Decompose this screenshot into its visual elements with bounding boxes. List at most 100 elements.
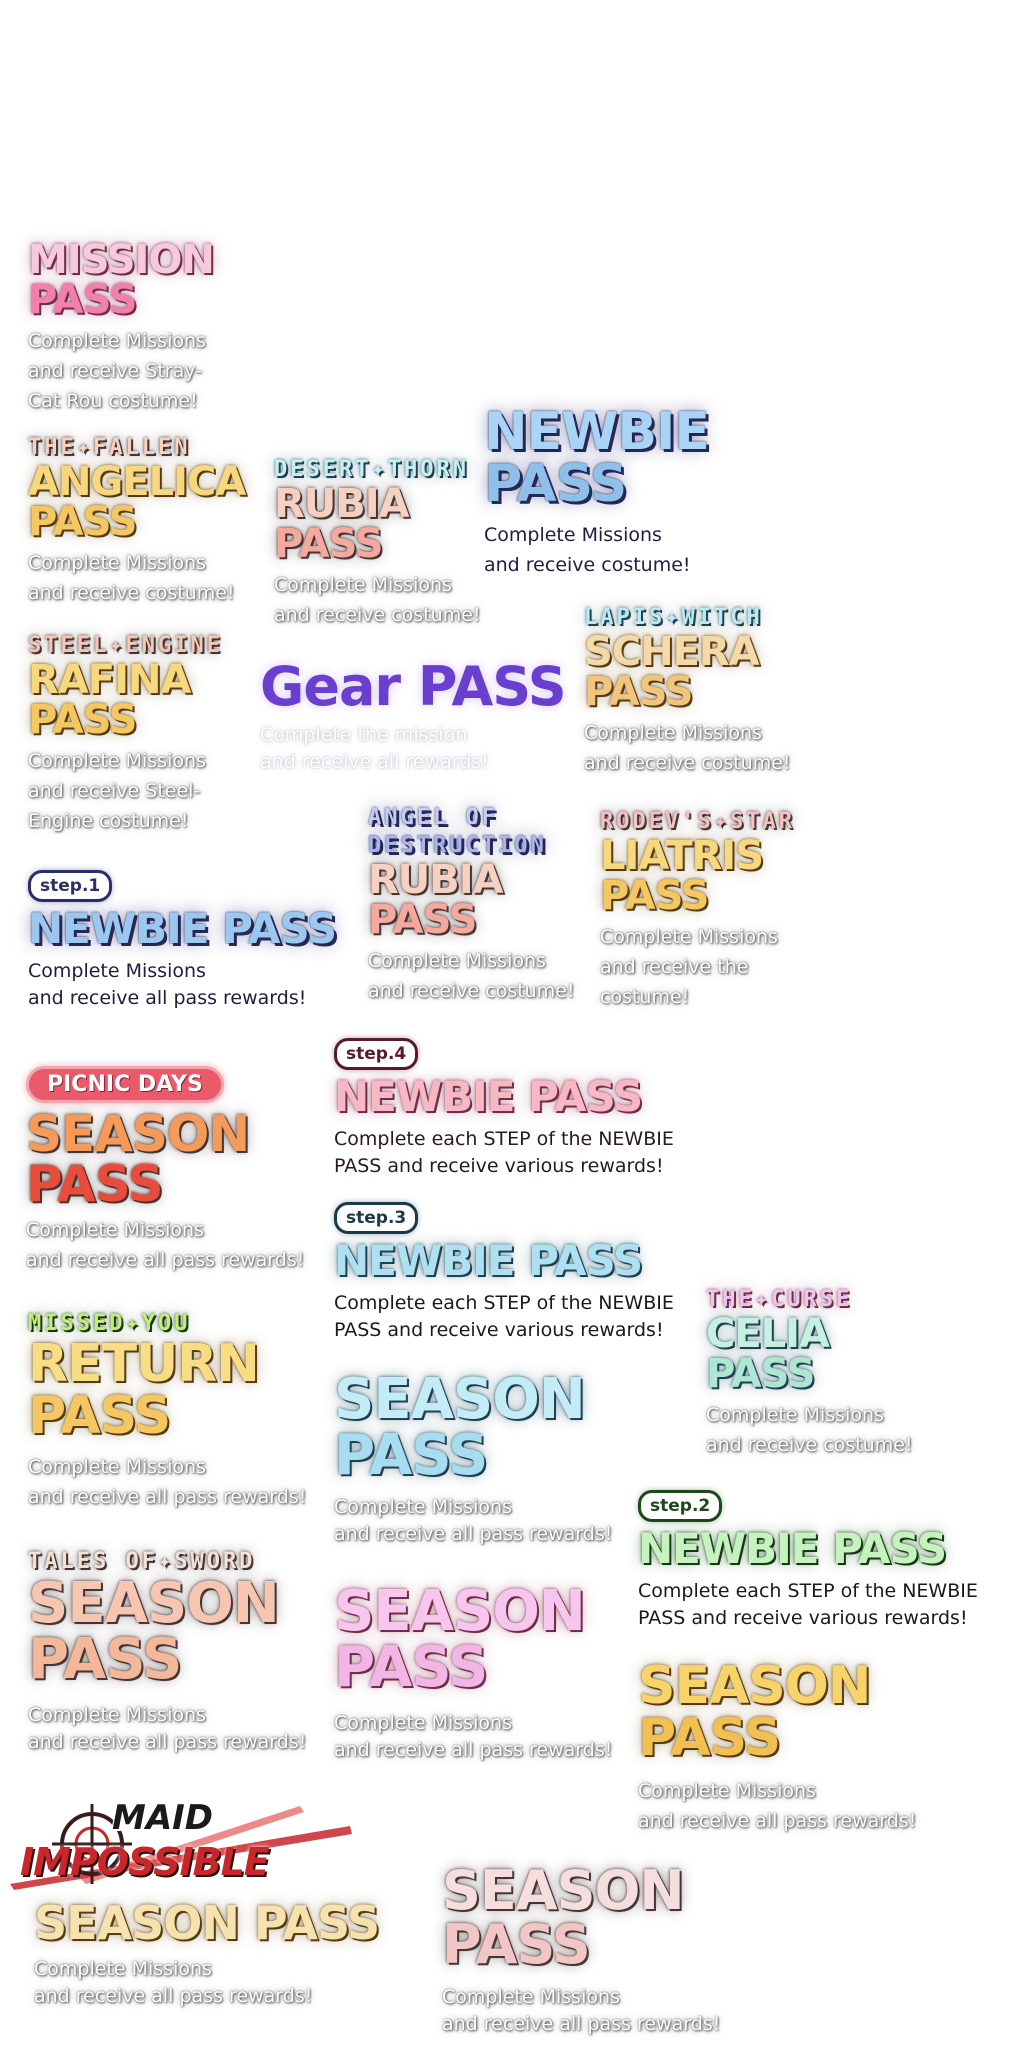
- celia-pass-banner: THE✦CURSE CELIA PASS Complete Missions a…: [706, 1286, 913, 1460]
- maid-logo-word1: MAID: [112, 1798, 214, 1838]
- desc-line: Complete Missions: [28, 960, 206, 982]
- picnic-season-pass-banner: PICNIC DAYS SEASON PASS Complete Mission…: [26, 1066, 304, 1275]
- liatris-pass-banner: RODEV'S✦STAR LIATRIS PASS Complete Missi…: [600, 808, 795, 1012]
- newbie-step4-description: Complete each STEP of the NEWBIE PASS an…: [334, 1126, 674, 1180]
- angelica-eyebrow: THE✦FALLEN: [28, 435, 191, 460]
- desc-line: and receive all pass rewards!: [34, 1985, 313, 2007]
- newbie-step3-description: Complete each STEP of the NEWBIE PASS an…: [334, 1290, 674, 1344]
- mission-pass-title-line1: MISSION: [28, 237, 215, 283]
- return-title-line2: PASS: [28, 1386, 171, 1446]
- liatris-description: Complete Missions and receive the costum…: [600, 922, 795, 1012]
- liatris-eyebrow: RODEV'S✦STAR: [600, 809, 795, 834]
- desc-line: Cat Rou costume!: [28, 390, 198, 412]
- rafina-eyebrow: STEEL✦ENGINE: [28, 633, 223, 658]
- maid-title: SEASON PASS: [34, 1896, 380, 1950]
- gear-pass-title: Gear PASS: [260, 655, 567, 718]
- schera-eyebrow: LAPIS✦WITCH: [584, 605, 763, 630]
- gear-pass-description: Complete the mission and receive all rew…: [260, 722, 566, 776]
- picnic-days-badge: PICNIC DAYS: [26, 1066, 224, 1103]
- desc-line: and receive costume!: [584, 752, 791, 774]
- season-rose-title-line1: SEASON: [442, 1859, 685, 1922]
- desc-line: Complete Missions: [28, 1456, 206, 1478]
- rubia-angel-title-line1: RUBIA: [368, 857, 504, 903]
- schera-description: Complete Missions and receive costume!: [584, 718, 791, 778]
- season-teal-title-line1: SEASON: [334, 1367, 586, 1432]
- desc-line: Complete Missions: [368, 950, 546, 972]
- desc-line: and receive all pass rewards!: [28, 987, 307, 1009]
- step-badge: step.3: [334, 1202, 419, 1234]
- desc-line: Complete Missions: [638, 1780, 816, 1802]
- desc-line: Complete the mission: [260, 724, 468, 746]
- newbie-step2-title: NEWBIE PASS: [638, 1524, 947, 1573]
- desc-line: Complete each STEP of the NEWBIE: [638, 1580, 978, 1602]
- angelica-title-line1: ANGELICA: [28, 459, 246, 505]
- rubia-desert-pass-banner: DESERT✦THORN RUBIA PASS Complete Mission…: [274, 456, 481, 630]
- picnic-title-line2: PASS: [26, 1155, 164, 1213]
- season-pass-teal-banner: SEASON PASS Complete Missions and receiv…: [334, 1372, 612, 1548]
- newbie-step2-description: Complete each STEP of the NEWBIE PASS an…: [638, 1578, 978, 1632]
- newbie-step2-banner: step.2 NEWBIE PASS Complete each STEP of…: [638, 1490, 978, 1632]
- desc-line: Complete Missions: [28, 330, 206, 352]
- celia-title-line1: CELIA: [706, 1311, 830, 1357]
- mission-pass-description: Complete Missions and receive Stray- Cat…: [28, 326, 214, 416]
- maid-description: Complete Missions and receive all pass r…: [34, 1956, 380, 2010]
- desc-line: and receive Steel-: [28, 780, 201, 802]
- rafina-title-line1: RAFINA: [28, 657, 191, 703]
- desc-line: PASS and receive various rewards!: [334, 1155, 664, 1177]
- step-badge: step.1: [28, 870, 113, 902]
- liatris-title-line2: PASS: [600, 873, 709, 919]
- rubia-desert-eyebrow: DESERT✦THORN: [274, 457, 469, 482]
- season-lilac-description: Complete Missions and receive all pass r…: [334, 1710, 612, 1764]
- step-badge: step.4: [334, 1038, 419, 1070]
- mission-pass-title-line2: PASS: [28, 277, 137, 323]
- schera-title-line1: SCHERA: [584, 629, 760, 675]
- newbie-large-title-line1: NEWBIE: [484, 402, 710, 462]
- rubia-angel-pass-banner: ANGEL OF DESTRUCTION RUBIA PASS Complete…: [368, 804, 575, 1006]
- liatris-title-line1: LIATRIS: [600, 833, 764, 879]
- rafina-pass-banner: STEEL✦ENGINE RAFINA PASS Complete Missio…: [28, 632, 223, 836]
- rubia-desert-description: Complete Missions and receive costume!: [274, 570, 481, 630]
- angelica-pass-banner: THE✦FALLEN ANGELICA PASS Complete Missio…: [28, 434, 246, 608]
- maid-impossible-season-pass-banner: MAID IMPOSSIBLE SEASON PASS Complete Mis…: [0, 1786, 380, 2010]
- season-teal-title-line2: PASS: [334, 1423, 488, 1488]
- season-gold-description: Complete Missions and receive all pass r…: [638, 1776, 916, 1836]
- season-lilac-title-line1: SEASON: [334, 1579, 586, 1644]
- season-gold-title-line2: PASS: [638, 1708, 781, 1768]
- desc-line: Complete Missions: [274, 574, 452, 596]
- return-pass-banner: MISSED✦YOU RETURN PASS Complete Missions…: [28, 1310, 306, 1512]
- rubia-angel-title-line2: PASS: [368, 897, 477, 943]
- desc-line: Complete Missions: [26, 1219, 204, 1241]
- desc-line: Complete Missions: [584, 722, 762, 744]
- desc-line: and receive costume!: [484, 554, 691, 576]
- desc-line: Complete Missions: [28, 750, 206, 772]
- newbie-step1-title: NEWBIE PASS: [28, 904, 337, 953]
- desc-line: and receive all pass rewards!: [28, 1731, 307, 1753]
- desc-line: Complete Missions: [442, 1986, 620, 2008]
- rubia-angel-description: Complete Missions and receive costume!: [368, 946, 575, 1006]
- desc-line: and receive costume!: [274, 604, 481, 626]
- desc-line: Complete Missions: [600, 926, 778, 948]
- angelica-description: Complete Missions and receive costume!: [28, 548, 245, 608]
- tales-season-pass-banner: TALES OF✦SWORD SEASON PASS Complete Miss…: [28, 1548, 306, 1756]
- newbie-step1-banner: step.1 NEWBIE PASS Complete Missions and…: [28, 870, 337, 1012]
- desc-line: and receive all pass rewards!: [442, 2013, 721, 2035]
- desc-line: costume!: [600, 986, 690, 1008]
- season-pass-lilac-banner: SEASON PASS Complete Missions and receiv…: [334, 1584, 612, 1764]
- season-lilac-title-line2: PASS: [334, 1635, 488, 1700]
- season-rose-title-line2: PASS: [442, 1913, 591, 1976]
- newbie-large-description: Complete Missions and receive costume!: [484, 520, 709, 580]
- season-rose-description: Complete Missions and receive all pass r…: [442, 1984, 720, 2038]
- season-pass-rose-banner: SEASON PASS Complete Missions and receiv…: [442, 1864, 720, 2038]
- desc-line: Complete Missions: [334, 1496, 512, 1518]
- newbie-step3-title: NEWBIE PASS: [334, 1236, 643, 1285]
- rubia-angel-eyebrow-line2: DESTRUCTION: [368, 833, 547, 858]
- maid-impossible-logo: MAID IMPOSSIBLE: [0, 1786, 360, 1896]
- desc-line: PASS and receive various rewards!: [334, 1319, 664, 1341]
- gear-pass-banner: Gear PASS Complete the mission and recei…: [260, 655, 567, 776]
- schera-title-line2: PASS: [584, 669, 693, 715]
- desc-line: and receive all pass rewards!: [26, 1249, 305, 1271]
- desc-line: and receive Stray-: [28, 360, 202, 382]
- tales-description: Complete Missions and receive all pass r…: [28, 1702, 306, 1756]
- tales-title-line2: PASS: [28, 1627, 182, 1692]
- schera-pass-banner: LAPIS✦WITCH SCHERA PASS Complete Mission…: [584, 604, 791, 778]
